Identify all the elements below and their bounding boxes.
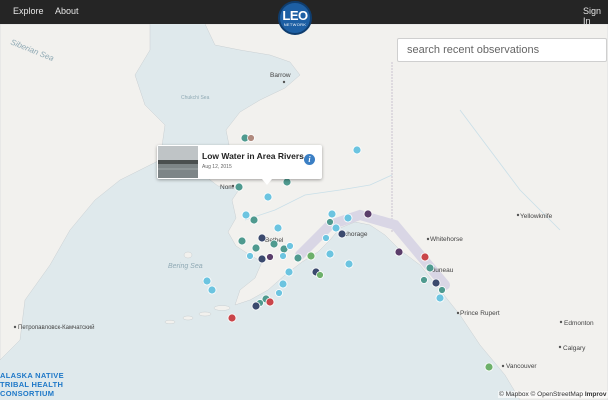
observation-marker[interactable] <box>293 253 303 263</box>
observation-marker[interactable] <box>246 252 254 260</box>
label-anchorage: chorage <box>344 231 368 238</box>
label-nome: Nom <box>220 184 234 191</box>
partner-line-2: TRIBAL HEALTH <box>0 380 64 389</box>
observation-marker[interactable] <box>431 278 441 288</box>
partner-line-3: CONSORTIUM <box>0 389 55 398</box>
nav-explore-link[interactable]: Explore <box>13 6 44 16</box>
anthc-partner-logo[interactable]: ALASKA NATIVE TRIBAL HEALTH CONSORTIUM <box>0 371 64 398</box>
observation-marker[interactable] <box>234 182 244 192</box>
observation-marker[interactable] <box>286 242 294 250</box>
observation-marker[interactable] <box>326 218 334 226</box>
label-yellowknife: Yellowknife <box>520 213 553 220</box>
observation-marker[interactable] <box>237 236 247 246</box>
observation-marker[interactable] <box>265 297 275 307</box>
observation-marker[interactable] <box>438 286 446 294</box>
observation-marker[interactable] <box>207 285 217 295</box>
observation-marker[interactable] <box>241 210 251 220</box>
observation-marker[interactable] <box>247 134 255 142</box>
label-chukchi-sea: Chukchi Sea <box>181 95 210 101</box>
label-petropavlovsk: Петропавловск-Камчатский <box>18 324 94 331</box>
observation-marker[interactable] <box>327 209 337 219</box>
observation-marker[interactable] <box>344 259 354 269</box>
label-prince-rupert: Prince Rupert <box>460 310 500 317</box>
observation-marker[interactable] <box>251 243 261 253</box>
observation-map[interactable]: Siberian Sea Barrow Chukchi Sea Nom Beth… <box>0 24 608 400</box>
mapbox-attribution-link[interactable]: © Mapbox <box>499 391 529 398</box>
partner-line-1: ALASKA NATIVE <box>0 371 64 380</box>
osm-attribution-link[interactable]: © OpenStreetMap <box>531 391 583 398</box>
label-barrow: Barrow <box>270 72 291 79</box>
popup-pointer <box>262 179 272 185</box>
observation-marker[interactable] <box>484 362 494 372</box>
observation-marker[interactable] <box>279 252 287 260</box>
observation-marker[interactable] <box>251 301 261 311</box>
improve-map-link[interactable]: Improv <box>585 391 607 398</box>
observation-marker[interactable] <box>306 251 316 261</box>
observation-marker[interactable] <box>425 263 435 273</box>
observation-marker[interactable] <box>273 223 283 233</box>
nav-about-link[interactable]: About <box>55 6 79 16</box>
observation-marker[interactable] <box>316 271 324 279</box>
observation-marker[interactable] <box>257 233 267 243</box>
observation-marker[interactable] <box>263 192 273 202</box>
observation-marker[interactable] <box>275 289 283 297</box>
observation-marker[interactable] <box>257 254 267 264</box>
label-vancouver: Vancouver <box>506 363 537 370</box>
observation-marker[interactable] <box>394 247 404 257</box>
observation-title[interactable]: Low Water in Area Rivers <box>202 151 304 161</box>
label-juneau: Juneau <box>432 267 454 274</box>
info-icon[interactable]: i <box>304 154 315 165</box>
observation-marker[interactable] <box>249 215 259 225</box>
label-calgary: Calgary <box>563 345 586 352</box>
observation-marker[interactable] <box>435 293 445 303</box>
label-bering-sea: Bering Sea <box>168 263 203 270</box>
observation-thumbnail[interactable] <box>158 146 198 178</box>
observation-marker[interactable] <box>363 209 373 219</box>
observation-marker[interactable] <box>266 253 274 261</box>
observation-marker[interactable] <box>322 234 330 242</box>
observation-marker[interactable] <box>420 252 430 262</box>
observation-marker[interactable] <box>269 239 279 249</box>
label-whitehorse: Whitehorse <box>430 236 463 243</box>
observation-marker[interactable] <box>202 276 212 286</box>
search-observations-input[interactable] <box>397 38 607 62</box>
observation-marker[interactable] <box>331 223 341 233</box>
observation-marker[interactable] <box>337 229 347 239</box>
observation-popup[interactable]: Low Water in Area Rivers Aug 12, 2015 i <box>157 145 322 185</box>
map-attribution: © Mapbox © OpenStreetMap Improv <box>498 391 608 398</box>
logo-main-text: LEO <box>282 8 308 23</box>
nav-signin-link[interactable]: Sign In <box>583 6 608 26</box>
observation-marker[interactable] <box>284 267 294 277</box>
label-edmonton: Edmonton <box>564 320 594 327</box>
observation-marker[interactable] <box>420 276 428 284</box>
observation-marker[interactable] <box>227 313 237 323</box>
observation-date: Aug 12, 2015 <box>202 164 232 170</box>
logo-sub-text: NETWORK <box>283 22 307 27</box>
observation-marker[interactable] <box>343 213 353 223</box>
leo-network-logo[interactable]: LEO NETWORK <box>278 1 312 35</box>
observation-marker[interactable] <box>325 249 335 259</box>
observation-marker[interactable] <box>278 279 288 289</box>
observation-marker[interactable] <box>282 177 292 187</box>
observation-marker[interactable] <box>352 145 362 155</box>
